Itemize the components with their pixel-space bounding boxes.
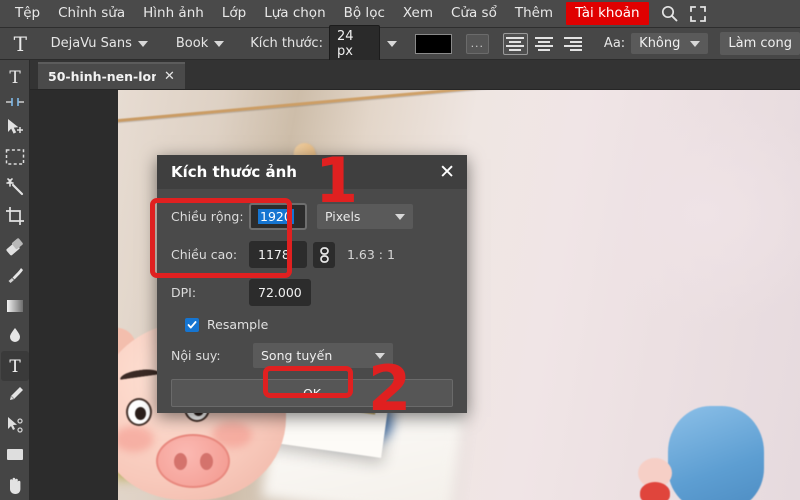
move-tool[interactable] — [1, 112, 29, 142]
menu-bar: Tệp Chỉnh sửa Hình ảnh Lớp Lựa chọn Bộ l… — [0, 0, 800, 28]
dialog-title: Kích thước ảnh — [171, 163, 297, 181]
font-size-input[interactable]: 24 px — [328, 24, 381, 63]
rectangular-marquee-tool[interactable] — [1, 142, 29, 172]
ok-label: OK — [302, 385, 322, 401]
search-icon[interactable] — [661, 5, 678, 22]
svg-text:T: T — [9, 68, 21, 87]
width-label: Chiều rộng: — [171, 209, 244, 224]
dpi-input[interactable]: 72.000 — [249, 279, 311, 306]
interpolation-label: Nội suy: — [171, 348, 221, 363]
unit-value: Pixels — [325, 209, 361, 224]
resample-row[interactable]: Resample — [171, 317, 453, 332]
height-row: Chiều cao: 1178 1.63 : 1 — [171, 241, 453, 268]
font-family-dropdown[interactable]: DejaVu Sans — [51, 36, 148, 51]
menu-file[interactable]: Tệp — [6, 4, 49, 24]
chain-link-icon[interactable] — [313, 241, 335, 268]
menu-edit[interactable]: Chỉnh sửa — [49, 4, 134, 24]
tools-panel: T T — [0, 60, 30, 500]
magic-wand-tool[interactable] — [1, 171, 29, 201]
menu-view[interactable]: Xem — [394, 4, 442, 24]
align-left-button[interactable] — [502, 32, 528, 55]
photo-editor-window: Tệp Chỉnh sửa Hình ảnh Lớp Lựa chọn Bộ l… — [0, 0, 800, 500]
font-style-dropdown[interactable]: Book — [175, 36, 225, 51]
image-size-dialog: Kích thước ảnh ✕ Chiều rộng: 1920 Pixels… — [157, 155, 467, 413]
width-input[interactable]: 1920 — [249, 203, 307, 230]
dpi-row: DPI: 72.000 — [171, 279, 453, 306]
crop-tool[interactable] — [1, 201, 29, 231]
menu-image[interactable]: Hình ảnh — [134, 4, 213, 24]
hand-tool[interactable] — [1, 470, 29, 500]
font-size-label: Kích thước: — [250, 36, 323, 51]
menu-select[interactable]: Lựa chọn — [255, 4, 334, 24]
eraser-tool[interactable] — [1, 231, 29, 261]
font-family-value: DejaVu Sans — [50, 36, 132, 51]
brush-tool[interactable] — [1, 261, 29, 291]
resample-checkbox[interactable] — [185, 317, 199, 332]
path-select-tool[interactable] — [1, 410, 29, 440]
document-tab[interactable]: 50-hinh-nen-lon ✕ — [38, 62, 185, 89]
account-button[interactable]: Tài khoản — [566, 2, 649, 25]
active-tool-glyph: T — [13, 31, 27, 56]
font-style-value: Book — [175, 36, 209, 51]
chevron-down-icon[interactable] — [387, 40, 398, 47]
height-label: Chiều cao: — [171, 247, 238, 262]
width-value: 1920 — [258, 209, 294, 224]
menu-filter[interactable]: Bộ lọc — [335, 4, 394, 24]
tab-title: 50-hinh-nen-lon — [48, 69, 156, 84]
width-row: Chiều rộng: 1920 Pixels — [171, 203, 453, 230]
chevron-down-icon — [395, 213, 405, 220]
blur-droplet-tool[interactable] — [1, 321, 29, 351]
document-tab-bar: 50-hinh-nen-lon ✕ — [30, 60, 800, 90]
chevron-down-icon — [375, 352, 385, 359]
interpolation-value: Song tuyến — [261, 348, 333, 363]
shape-rectangle-tool[interactable] — [1, 440, 29, 470]
swap-colors-tool[interactable] — [1, 92, 29, 112]
image-pig-overalls — [638, 390, 764, 500]
warp-text-button[interactable]: Làm cong — [720, 32, 800, 55]
menu-layer[interactable]: Lớp — [213, 4, 255, 24]
interpolation-row: Nội suy: Song tuyến — [171, 343, 453, 368]
dialog-title-bar[interactable]: Kích thước ảnh ✕ — [157, 155, 467, 189]
align-center-button[interactable] — [532, 33, 557, 55]
close-icon[interactable]: ✕ — [164, 70, 175, 83]
height-input[interactable]: 1178 — [249, 241, 307, 268]
align-right-button[interactable] — [561, 33, 586, 55]
interpolation-dropdown[interactable]: Song tuyến — [253, 343, 393, 368]
resample-label: Resample — [207, 317, 269, 332]
ok-button[interactable]: OK — [171, 379, 453, 407]
type-tool[interactable]: T — [0, 350, 29, 381]
menu-window[interactable]: Cửa sổ — [442, 4, 506, 24]
menu-more[interactable]: Thêm — [506, 4, 562, 24]
dialog-body: Chiều rộng: 1920 Pixels Chiều cao: 1178 … — [157, 189, 467, 407]
antialias-dropdown[interactable]: Không — [631, 33, 709, 54]
antialias-label: Aa: — [603, 36, 626, 51]
chevron-down-icon — [214, 40, 225, 47]
fullscreen-icon[interactable] — [689, 5, 706, 22]
close-icon[interactable]: ✕ — [439, 162, 455, 182]
text-tool-top[interactable]: T — [1, 62, 29, 92]
unit-dropdown[interactable]: Pixels — [317, 204, 413, 229]
svg-text:T: T — [9, 357, 21, 376]
chevron-down-icon — [137, 40, 148, 47]
antialias-value: Không — [639, 36, 681, 51]
gradient-tool[interactable] — [1, 291, 29, 321]
more-options-button[interactable]: ... — [465, 33, 489, 54]
options-bar: T DejaVu Sans Book Kích thước: 24 px ...… — [0, 24, 800, 63]
chevron-down-icon — [690, 40, 701, 47]
pen-tool[interactable] — [1, 381, 29, 411]
dpi-label: DPI: — [171, 285, 197, 300]
aspect-ratio-value: 1.63 : 1 — [347, 247, 395, 262]
text-color-swatch[interactable] — [415, 33, 452, 54]
